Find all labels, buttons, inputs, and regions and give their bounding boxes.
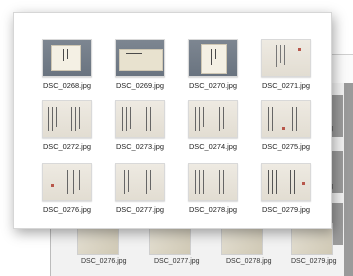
thumbnail-filename: DSC_0278.jpg [188, 205, 238, 214]
photo-thumbnail [115, 100, 165, 138]
desktop: jg jg jg DSC_0276.jpg DSC_0277.jpg DSC_0… [0, 0, 353, 276]
thumbnail-filename: DSC_0270.jpg [188, 81, 238, 90]
thumbnail-filename: DSC_0277.jpg [115, 205, 165, 214]
thumbnail-filename: DSC_0276.jpg [42, 205, 92, 214]
thumbnail-item[interactable]: DSC_0268.jpg [35, 39, 99, 93]
photo-thumbnail [261, 163, 311, 201]
thumbnail-item[interactable]: DSC_0277.jpg [108, 163, 172, 217]
background-thumbnail-caption: DSC_0278.jpg [226, 258, 272, 265]
thumbnail-filename: DSC_0271.jpg [261, 81, 311, 90]
thumbnail-item[interactable]: DSC_0269.jpg [108, 39, 172, 93]
background-thumbnail-caption: DSC_0277.jpg [154, 258, 200, 265]
thumbnail-item[interactable]: DSC_0276.jpg [35, 163, 99, 217]
thumbnail-item[interactable]: DSC_0279.jpg [254, 163, 318, 217]
background-thumbnail-caption: DSC_0276.jpg [81, 258, 127, 265]
thumbnail-item[interactable]: DSC_0274.jpg [181, 100, 245, 154]
photo-thumbnail [42, 39, 92, 77]
photo-thumbnail [42, 100, 92, 138]
background-thumbnail-caption: DSC_0279.jpg [291, 258, 337, 265]
thumbnail-item[interactable]: DSC_0273.jpg [108, 100, 172, 154]
photo-thumbnail [115, 39, 165, 77]
thumbnail-item[interactable]: DSC_0270.jpg [181, 39, 245, 93]
photo-thumbnail [261, 39, 311, 77]
thumbnail-filename: DSC_0273.jpg [115, 142, 165, 151]
thumbnail-filename: DSC_0279.jpg [261, 205, 311, 214]
photo-thumbnail [188, 163, 238, 201]
thumbnail-filename: DSC_0272.jpg [42, 142, 92, 151]
photo-thumbnail [261, 100, 311, 138]
thumbnail-filename: DSC_0274.jpg [188, 142, 238, 151]
photo-thumbnail [188, 100, 238, 138]
thumbnail-item[interactable]: DSC_0275.jpg [254, 100, 318, 154]
thumbnail-window: DSC_0268.jpg DSC_0269.jpg DSC_0270.jpg D… [13, 12, 332, 229]
thumbnail-filename: DSC_0268.jpg [42, 81, 92, 90]
photo-thumbnail [188, 39, 238, 77]
photo-thumbnail [42, 163, 92, 201]
thumbnail-item[interactable]: DSC_0278.jpg [181, 163, 245, 217]
thumbnail-filename: DSC_0269.jpg [115, 81, 165, 90]
thumbnail-item[interactable]: DSC_0272.jpg [35, 100, 99, 154]
thumbnail-filename: DSC_0275.jpg [261, 142, 311, 151]
thumbnail-item[interactable]: DSC_0271.jpg [254, 39, 318, 93]
photo-thumbnail [115, 163, 165, 201]
background-scrollbar[interactable] [344, 83, 353, 276]
